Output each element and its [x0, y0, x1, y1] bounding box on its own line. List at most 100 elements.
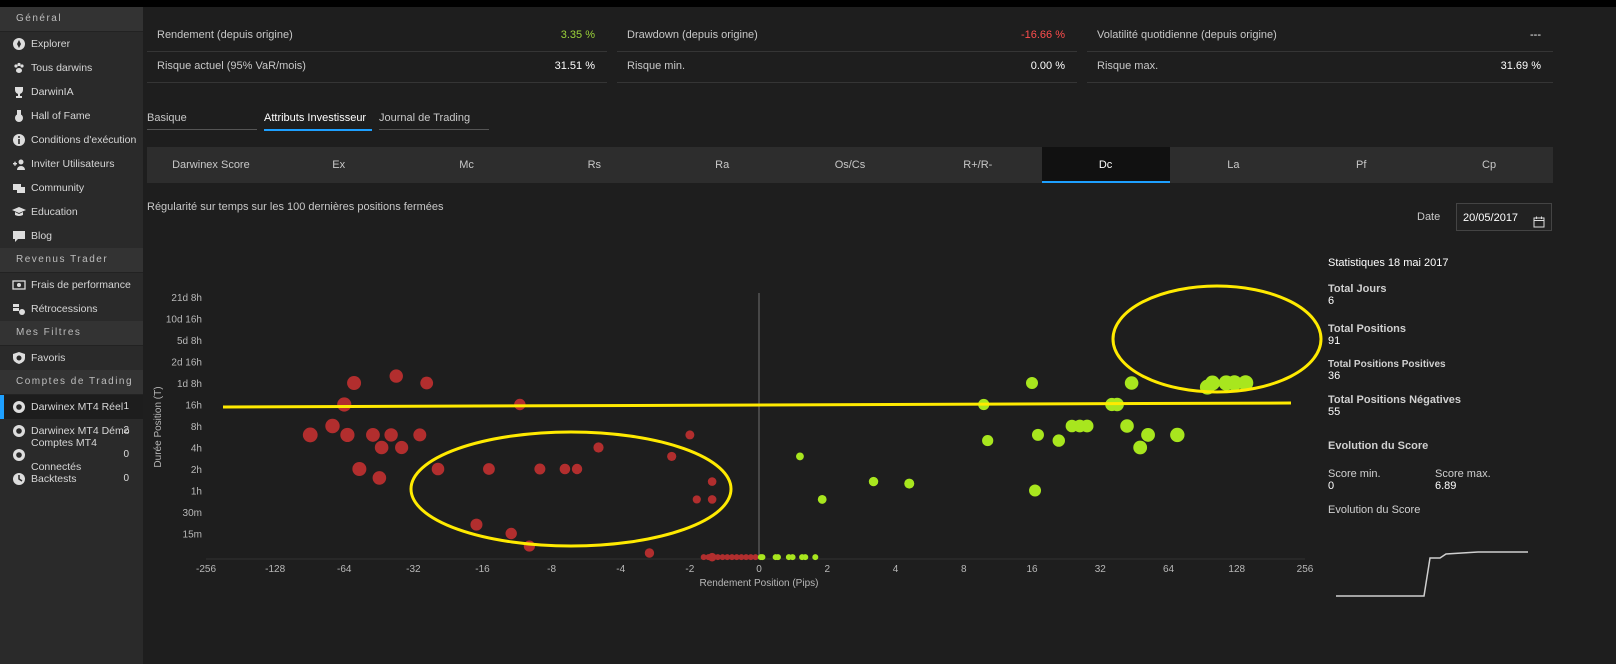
y-tick-label: 16h — [185, 401, 202, 412]
x-tick-label: 16 — [1026, 564, 1038, 575]
sidebar-item-label: Inviter Utilisateurs — [31, 158, 115, 170]
sidebar-item-label: Darwinex MT4 Réel — [31, 401, 124, 413]
sidebar-item-frais-de-performance[interactable]: Frais de performance — [0, 273, 143, 297]
sidebar-item-hall-of-fame[interactable]: Hall of Fame — [0, 104, 143, 128]
sidebar-item-blog[interactable]: Blog — [0, 224, 143, 248]
score-min-label: Score min. — [1328, 468, 1381, 480]
sidebar-item-community[interactable]: Community — [0, 176, 143, 200]
positive-position-point — [868, 476, 879, 487]
sidebar-item-education[interactable]: Education — [0, 200, 143, 224]
x-tick-label: -32 — [406, 564, 421, 575]
sidebar-item-r-trocessions[interactable]: Rétrocessions — [0, 297, 143, 321]
negative-position-point — [372, 471, 387, 485]
positive-position-point — [1031, 428, 1044, 441]
sidebar-item-label: Community — [31, 182, 85, 194]
x-tick-label: 64 — [1163, 564, 1175, 575]
x-tick-label: 256 — [1297, 564, 1314, 575]
negative-position-point — [337, 397, 352, 412]
circle-dot-icon — [12, 400, 26, 414]
top-bar — [0, 0, 1616, 7]
sidebar-item-comptes-mt4-connect-s[interactable]: Comptes MT4 Connectés 0 — [0, 437, 143, 473]
negative-position-point — [667, 451, 677, 462]
sidebar-section-title: Comptes de Trading — [0, 370, 143, 395]
compass-icon — [12, 37, 26, 51]
date-input[interactable]: 20/05/2017 — [1456, 203, 1552, 231]
y-tick-label: 5d 8h — [177, 336, 202, 347]
negative-position-point — [685, 430, 695, 440]
positive-position-point — [817, 495, 827, 504]
negative-position-point — [523, 540, 535, 552]
positive-zero-point — [802, 554, 809, 561]
sidebar-item-backtests[interactable]: Backtests 0 — [0, 467, 143, 491]
x-tick-label: -256 — [196, 564, 216, 575]
total-positions-label: Total Positions — [1328, 323, 1407, 335]
x-tick-label: 8 — [961, 564, 967, 575]
positive-position-point — [1133, 440, 1148, 455]
total-positions-value: 91 — [1328, 335, 1341, 347]
date-value: 20/05/2017 — [1463, 212, 1519, 224]
y-tick-label: 4h — [191, 444, 202, 455]
negative-position-point — [325, 418, 340, 434]
positive-position-point — [1120, 419, 1134, 433]
negative-position-point — [431, 462, 445, 476]
main-content: Rendement (depuis origine) 3.35 % Drawdown… — [143, 7, 1616, 664]
trophy-icon — [12, 85, 26, 99]
scatter-chart: 21d 8h 10d 16h 5d 8h 2d 16h 1d 8h 16h 8h 4h 2h 1h… — [153, 284, 1323, 589]
y-tick-label: 21d 8h — [171, 293, 202, 304]
retro-icon — [12, 302, 26, 316]
sidebar-item-inviter-utilisateurs[interactable]: Inviter Utilisateurs — [0, 152, 143, 176]
sidebar-item-label: Explorer — [31, 38, 71, 50]
circle-dot-icon — [12, 448, 26, 462]
positive-zero-point — [757, 554, 764, 561]
sidebar-item-darwinia[interactable]: DarwinIA — [0, 80, 143, 104]
info-icon — [12, 133, 26, 147]
positive-position-point — [1141, 428, 1155, 442]
sidebar-item-count: 0 — [123, 473, 129, 484]
positive-position-point — [1204, 375, 1220, 391]
sidebar-item-label: Hall of Fame — [31, 110, 91, 122]
negative-position-point — [559, 463, 571, 475]
sidebar-item-label: Rétrocessions — [31, 303, 98, 315]
score-min-value: 0 — [1328, 480, 1335, 492]
x-tick-label: 4 — [893, 564, 899, 575]
positive-position-point — [1029, 484, 1042, 497]
medal-icon — [12, 109, 26, 123]
chat-icon — [12, 181, 26, 195]
negative-position-point — [352, 462, 367, 476]
negative-position-point — [366, 428, 380, 442]
x-tick-label: -2 — [685, 564, 694, 575]
total-positions-positives-value: 36 — [1328, 370, 1341, 382]
negative-position-point — [420, 376, 434, 390]
x-axis-label: Rendement Position (Pips) — [700, 578, 819, 589]
sidebar-item-tous-darwins[interactable]: Tous darwins — [0, 56, 143, 80]
sidebar-item-explorer[interactable]: Explorer — [0, 32, 143, 56]
x-tick-label: -4 — [616, 564, 625, 575]
x-tick-label: 2 — [824, 564, 830, 575]
stat-value: 31.69 % — [1500, 60, 1541, 72]
sidebar-item-label: Backtests — [31, 473, 77, 485]
sidebar-item-label: Frais de performance — [31, 279, 131, 291]
sidebar-item-conditions-d-ex-cution[interactable]: Conditions d'exécution — [0, 128, 143, 152]
x-tick-label: 0 — [756, 564, 762, 575]
positive-position-point — [982, 434, 994, 447]
sidebar-item-favoris[interactable]: Favoris — [0, 346, 143, 370]
negative-position-point — [389, 369, 403, 383]
negative-position-point — [470, 518, 483, 531]
x-tick-label: 128 — [1228, 564, 1245, 575]
sidebar-item-darwinex-mt4-r-el[interactable]: Darwinex MT4 Réel 1 — [0, 395, 143, 419]
evolution-score-label: Evolution du Score — [1328, 504, 1421, 516]
positive-zero-point — [789, 554, 796, 561]
sidebar-item-label: Education — [31, 206, 78, 218]
negative-position-point — [505, 527, 517, 540]
circle-dot-icon — [12, 424, 26, 438]
attr-tab-cp[interactable]: Cp — [1425, 147, 1553, 183]
positive-position-point — [1170, 427, 1185, 443]
calendar-icon[interactable] — [1533, 211, 1545, 239]
evolution-score-heading: Evolution du Score — [1328, 440, 1429, 452]
positive-position-point — [904, 478, 915, 489]
negative-position-point — [374, 440, 389, 455]
negative-position-point — [593, 442, 604, 453]
stats-panel: Statistiques 18 mai 2017 Total Jours 6 T… — [1328, 257, 1558, 603]
negative-position-point — [483, 463, 495, 475]
negative-position-point — [534, 463, 546, 475]
